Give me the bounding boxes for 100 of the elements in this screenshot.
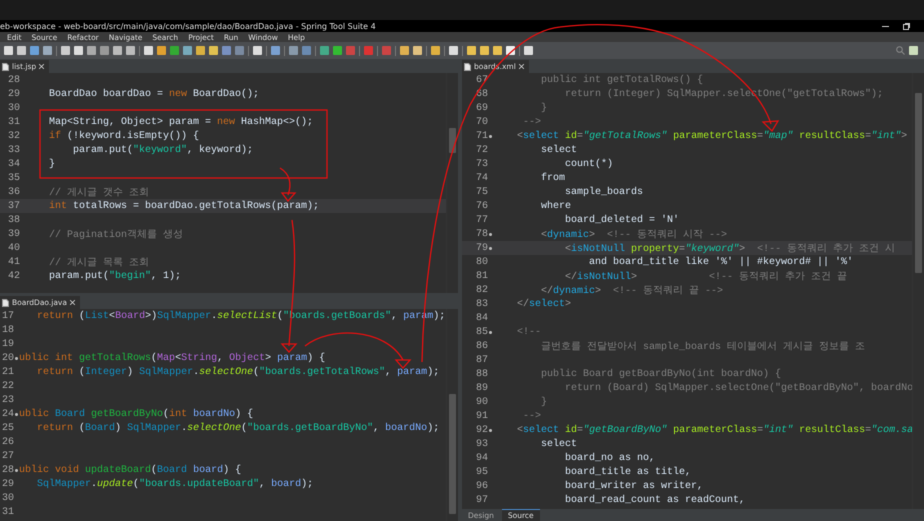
code-line: where	[540, 200, 572, 212]
file-icon	[2, 62, 9, 70]
code-line: param.put("begin", 1);	[48, 270, 182, 282]
line-number: 29	[0, 478, 14, 490]
line-number: 93	[474, 438, 488, 450]
line-number: 38	[6, 214, 20, 226]
fold-marker-icon[interactable]	[15, 356, 18, 360]
line-number: 32	[6, 130, 20, 142]
code-line: count(*)	[564, 158, 614, 170]
code-line: }	[48, 158, 56, 170]
code-line: board_title as title,	[564, 466, 692, 478]
code-line: BoardDao boardDao = new BoardDao();	[48, 88, 260, 100]
line-number: 36	[6, 186, 20, 198]
close-icon[interactable]	[70, 300, 75, 305]
line-number: 71	[474, 130, 488, 142]
code-line: int totalRows = boardDao.getTotalRows(param);	[48, 200, 320, 212]
line-number: 24	[0, 408, 14, 420]
line-number: 69	[474, 102, 488, 114]
line-number: 95	[474, 466, 488, 478]
code-line: Map<String, Object> param = new HashMap<>();	[48, 116, 314, 128]
line-number: 94	[474, 452, 488, 464]
code-line: public Board getBoardByNo(int boardNo) {	[540, 368, 782, 380]
line-number: 82	[474, 284, 488, 296]
code-line: 글번호를 전달받아서 sample_boards 테이블에서 게시글 정보를 조	[540, 340, 866, 353]
code-line: board_no as no,	[564, 452, 656, 464]
code-line: board_read_count as readCount,	[564, 494, 746, 506]
line-number: 31	[0, 506, 14, 518]
minimize-icon[interactable]	[882, 24, 889, 28]
code-line: }	[540, 102, 548, 114]
line-number: 87	[474, 354, 488, 366]
close-icon[interactable]	[39, 64, 44, 69]
line-number: 85	[474, 326, 488, 338]
line-number: 39	[6, 228, 20, 240]
line-number: 89	[474, 382, 488, 394]
search-icon[interactable]	[896, 46, 905, 55]
fold-marker-icon[interactable]	[15, 412, 18, 416]
code-line: return (Board) SqlMapper.selectOne("getBoardByNo", boardNo	[564, 382, 914, 394]
fold-marker-icon[interactable]	[489, 428, 492, 432]
line-number: 41	[6, 256, 20, 268]
code-line: -->	[522, 410, 542, 422]
code-line: <select id="getBoardByNo" parameterClass="int" resultClass="com.sa	[516, 424, 914, 436]
line-number: 33	[6, 144, 20, 156]
line-number: 84	[474, 312, 488, 324]
line-number: 73	[474, 158, 488, 170]
line-number: 90	[474, 396, 488, 408]
code-line: <isNotNull property="keyword"> <!-- 동적쿼리 추가 조건 시	[564, 242, 896, 255]
code-line: select	[540, 438, 578, 450]
code-line: return (Integer) SqlMapper.selectOne("boards.getTotalRows", param);	[36, 366, 440, 378]
line-number: 19	[0, 338, 14, 350]
code-line: // 게시글 갯수 조회	[48, 186, 150, 199]
line-number: 86	[474, 340, 488, 352]
line-number: 31	[6, 116, 20, 128]
line-number: 80	[474, 256, 488, 268]
code-line: ublic void updateBoard(Board board) {	[19, 464, 242, 476]
line-number: 96	[474, 480, 488, 492]
fold-marker-icon[interactable]	[489, 232, 492, 236]
line-number: 77	[474, 214, 488, 226]
file-icon	[2, 298, 9, 306]
code-line: sample_boards	[564, 186, 644, 198]
line-number: 34	[6, 158, 20, 170]
line-number: 35	[6, 172, 20, 184]
line-number: 26	[0, 436, 14, 448]
fold-marker-icon[interactable]	[489, 134, 492, 138]
fold-marker-icon[interactable]	[15, 468, 18, 472]
close-icon[interactable]	[518, 64, 524, 69]
fold-marker-icon[interactable]	[489, 246, 492, 250]
code-line: from	[540, 172, 566, 184]
line-number: 23	[0, 394, 14, 406]
fold-marker-icon[interactable]	[489, 330, 492, 334]
line-number: 21	[0, 366, 14, 378]
code-line: </dynamic> <!-- 동적쿼리 끝 -->	[540, 284, 724, 297]
code-line: SqlMapper.update("boards.updateBoard", board);	[36, 478, 314, 490]
line-number: 28	[0, 464, 14, 476]
line-number: 37	[6, 200, 20, 212]
line-number: 30	[6, 102, 20, 114]
scrollbar[interactable]	[446, 73, 458, 293]
code-line: if (!keyword.isEmpty()) {	[48, 130, 200, 142]
restore-icon[interactable]	[903, 22, 910, 30]
line-number: 74	[474, 172, 488, 184]
scrollbar[interactable]	[912, 73, 924, 509]
code-line: <select id="getTotalRows" parameterClass="map" resultClass="int">	[516, 130, 908, 142]
scrollbar[interactable]	[446, 309, 458, 521]
line-number: 29	[6, 88, 20, 100]
code-line: ublic Board getBoardByNo(int boardNo) {	[19, 408, 254, 420]
code-line: return (Board) SqlMapper.selectOne("boards.getBoardByNo", boardNo);	[36, 422, 440, 434]
code-line: }	[540, 396, 548, 408]
line-number: 30	[0, 492, 14, 504]
line-number: 72	[474, 144, 488, 156]
code-line: // 게시글 목록 조회	[48, 256, 150, 269]
line-number: 28	[6, 74, 20, 86]
code-line: board_deleted = 'N'	[564, 214, 680, 226]
code-line: </select>	[516, 298, 572, 310]
line-number: 27	[0, 450, 14, 462]
line-number: 81	[474, 270, 488, 282]
code-line: board_writer as writer,	[564, 480, 704, 492]
code-line: public int getTotalRows() {	[540, 74, 704, 86]
line-number: 42	[6, 270, 20, 282]
line-number: 78	[474, 228, 488, 240]
code-line: <dynamic> <!-- 동적쿼리 시작 -->	[540, 228, 728, 241]
line-number: 97	[474, 494, 488, 506]
